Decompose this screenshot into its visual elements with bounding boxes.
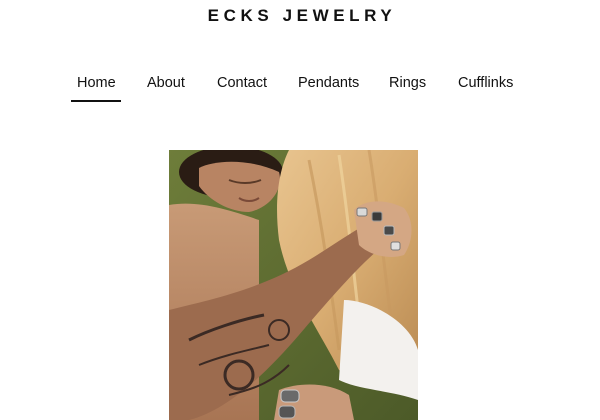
nav-item-contact[interactable]: Contact xyxy=(217,74,267,102)
nav-item-rings[interactable]: Rings xyxy=(389,74,426,102)
main-nav: Home About Contact Pendants Rings Cuffli… xyxy=(0,74,600,106)
hero-photo-illustration xyxy=(169,150,418,420)
nav-item-cufflinks[interactable]: Cufflinks xyxy=(458,74,513,102)
nav-item-about[interactable]: About xyxy=(147,74,185,102)
page: ECKS JEWELRY Home About Contact Pendants… xyxy=(0,0,600,420)
nav-item-pendants[interactable]: Pendants xyxy=(298,74,359,102)
hero-image xyxy=(169,150,418,420)
nav-item-home[interactable]: Home xyxy=(71,74,121,102)
site-title[interactable]: ECKS JEWELRY xyxy=(0,6,600,26)
